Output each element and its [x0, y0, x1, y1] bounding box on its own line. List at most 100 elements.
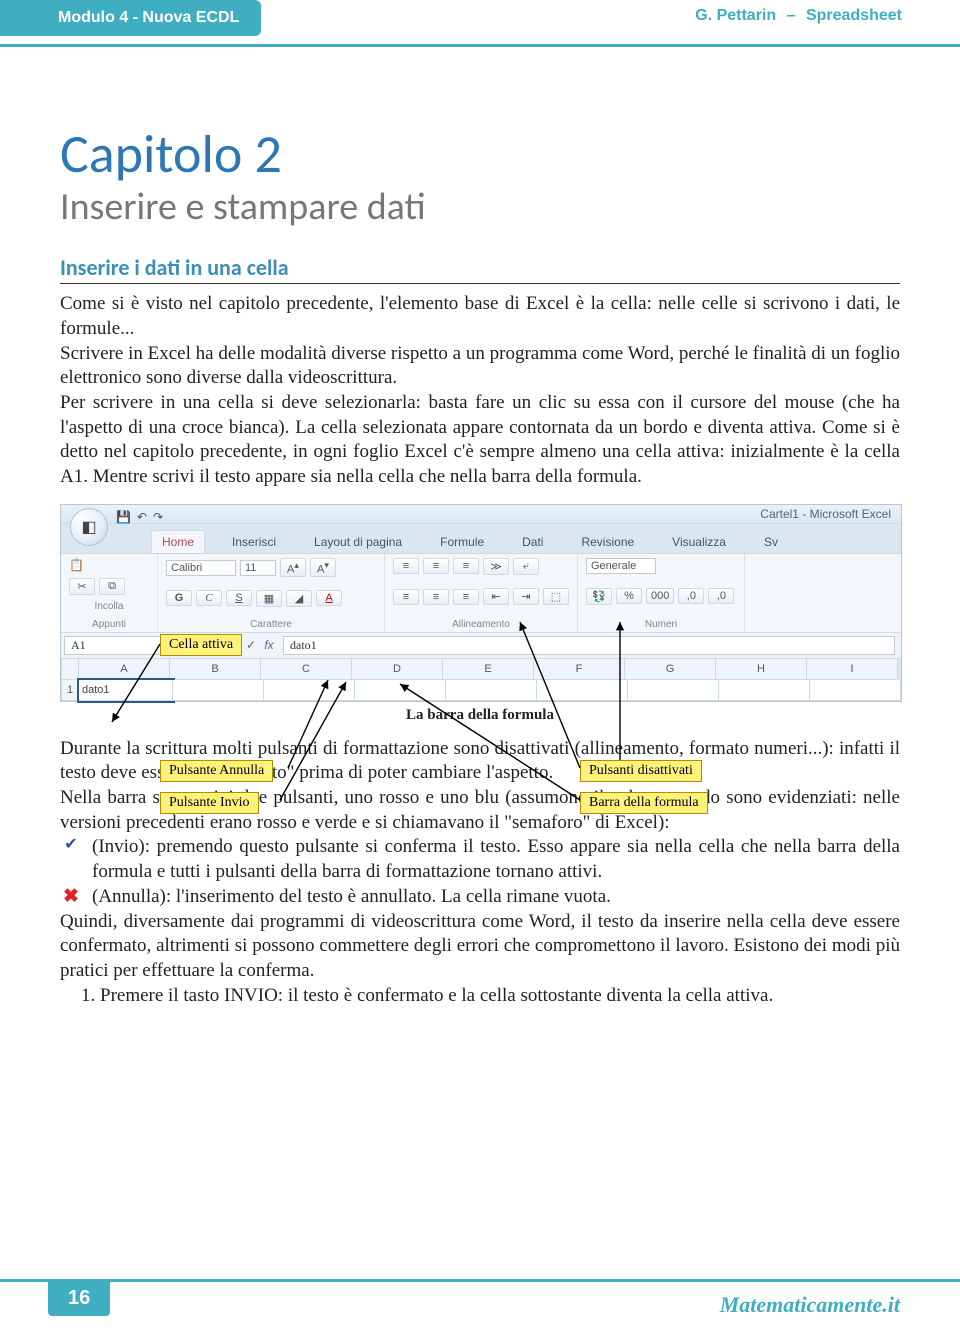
col-header[interactable]: B	[170, 659, 261, 680]
font-color-icon[interactable]: A	[316, 590, 342, 606]
cross-icon: ✖	[60, 885, 82, 910]
tab-more[interactable]: Sv	[753, 530, 789, 553]
cell[interactable]	[719, 680, 810, 701]
header: Modulo 4 - Nuova ECDL G. Pettarin – Spre…	[0, 0, 960, 36]
undo-icon[interactable]: ↶	[137, 510, 147, 524]
align-center-icon[interactable]: ≡	[423, 589, 449, 605]
paste-label: Incolla	[69, 601, 149, 612]
merge-icon[interactable]: ⬚	[543, 588, 569, 605]
col-header[interactable]: H	[716, 659, 807, 680]
wrap-icon[interactable]: ⤶	[513, 558, 539, 575]
col-header[interactable]: E	[443, 659, 534, 680]
numbered-list: Premere il tasto INVIO: il testo è confe…	[100, 984, 900, 1009]
bold-button[interactable]: G	[166, 590, 192, 606]
col-header[interactable]: F	[534, 659, 625, 680]
row: dato1	[79, 680, 901, 701]
align-mid-icon[interactable]: ≡	[423, 558, 449, 574]
ribbon-tabs: Home Inserisci Layout di pagina Formule …	[61, 524, 901, 553]
cell[interactable]	[446, 680, 537, 701]
cell[interactable]	[264, 680, 355, 701]
fx-icon[interactable]: fx	[261, 638, 277, 652]
footer: 16 Matematicamente.it	[0, 1279, 960, 1316]
label-cella-attiva: Cella attiva	[160, 634, 242, 657]
paragraph: Per scrivere in una cella si deve selezi…	[60, 391, 900, 490]
thousand-icon[interactable]: 000	[646, 588, 674, 604]
excel-titlebar: Cartel1 - Microsoft Excel	[61, 505, 901, 524]
col-header[interactable]: I	[807, 659, 898, 680]
row-header[interactable]: 1	[61, 680, 79, 701]
tab-layout[interactable]: Layout di pagina	[303, 530, 413, 553]
label-disattivati: Pulsanti disattivati	[580, 760, 702, 783]
tab-inserisci[interactable]: Inserisci	[221, 530, 287, 553]
cell-a1[interactable]: dato1	[79, 680, 173, 701]
cell[interactable]	[537, 680, 628, 701]
figure-caption: La barra della formula	[60, 708, 900, 723]
tab-revisione[interactable]: Revisione	[570, 530, 645, 553]
size-select[interactable]: 11	[240, 560, 276, 576]
section-rule	[60, 283, 900, 284]
tab-formule[interactable]: Formule	[429, 530, 495, 553]
paragraph: Scrivere in Excel ha delle modalità dive…	[60, 342, 900, 391]
group-name: Allineamento	[393, 619, 569, 630]
chapter-subtitle: Inserire e stampare dati	[60, 187, 900, 229]
select-all-corner[interactable]	[61, 659, 79, 680]
group-name: Carattere	[166, 619, 376, 630]
col-header[interactable]: G	[625, 659, 716, 680]
number-format-select[interactable]: Generale	[586, 558, 656, 574]
body-text-2: Durante la scrittura molti pulsanti di f…	[60, 737, 900, 836]
indent-inc-icon[interactable]: ⇥	[513, 588, 539, 605]
grow-font-icon[interactable]: A▴	[280, 558, 306, 578]
list-item: ✖ (Annulla): l'inserimento del testo è a…	[60, 885, 900, 910]
group-appunti: 📋 ✂⧉ Incolla Appunti	[61, 554, 158, 632]
save-icon[interactable]: 💾	[116, 510, 131, 524]
body-text-3: Quindi, diversamente dai programmi di vi…	[60, 910, 900, 984]
group-name: Numeri	[586, 619, 736, 630]
office-button[interactable]: ◧	[70, 508, 108, 546]
align-top-icon[interactable]: ≡	[393, 558, 419, 574]
group-numeri: Generale 💱 % 000 ,0 ,0 Numeri	[578, 554, 745, 632]
list-text: (Invio): premendo questo pulsante si con…	[92, 835, 900, 884]
shrink-font-icon[interactable]: A▾	[310, 558, 336, 578]
label-barra-formula: Barra della formula	[580, 792, 708, 815]
underline-button[interactable]: S	[226, 590, 252, 606]
row-headers: 1	[61, 659, 79, 701]
cell[interactable]	[173, 680, 264, 701]
window-title: Cartel1 - Microsoft Excel	[760, 507, 891, 521]
indent-dec-icon[interactable]: ⇤	[483, 588, 509, 605]
percent-icon[interactable]: %	[616, 588, 642, 604]
col-header[interactable]: D	[352, 659, 443, 680]
font-select[interactable]: Calibri	[166, 560, 236, 576]
cell-grid: 1 A B C D E F G H I dato1	[61, 659, 901, 701]
sep: –	[787, 7, 796, 24]
brand: Matematicamente.it	[720, 1294, 900, 1316]
col-header[interactable]: C	[261, 659, 352, 680]
decimal-inc-icon[interactable]: ,0	[678, 588, 704, 604]
italic-button[interactable]: C	[196, 590, 222, 606]
cell[interactable]	[628, 680, 719, 701]
cell[interactable]	[355, 680, 446, 701]
copy-icon[interactable]: ⧉	[99, 578, 125, 595]
align-right-icon[interactable]: ≡	[453, 589, 479, 605]
align-left-icon[interactable]: ≡	[393, 589, 419, 605]
decimal-dec-icon[interactable]: ,0	[708, 588, 734, 604]
border-icon[interactable]: ▦	[256, 590, 282, 607]
paste-icon[interactable]: 📋	[69, 558, 84, 572]
enter-icon[interactable]: ✓	[243, 638, 259, 652]
redo-icon[interactable]: ↷	[153, 510, 163, 524]
list-item: Premere il tasto INVIO: il testo è confe…	[100, 984, 900, 1009]
cell[interactable]	[810, 680, 901, 701]
formula-bar[interactable]: dato1	[283, 636, 895, 655]
tab-home[interactable]: Home	[151, 530, 205, 553]
header-rule	[0, 44, 960, 47]
tab-dati[interactable]: Dati	[511, 530, 554, 553]
align-bot-icon[interactable]: ≡	[453, 558, 479, 574]
cut-icon[interactable]: ✂	[69, 578, 95, 595]
quick-access-toolbar: 💾 ↶ ↷	[116, 510, 163, 524]
currency-icon[interactable]: 💱	[586, 588, 612, 605]
section-heading: Inserire i dati in una cella	[60, 255, 900, 281]
orientation-icon[interactable]: ≫	[483, 558, 509, 575]
figure-excel: Cartel1 - Microsoft Excel ◧ 💾 ↶ ↷ Home I…	[60, 504, 900, 702]
fill-color-icon[interactable]: ◢	[286, 590, 312, 607]
tab-visualizza[interactable]: Visualizza	[661, 530, 737, 553]
col-header[interactable]: A	[79, 659, 170, 680]
